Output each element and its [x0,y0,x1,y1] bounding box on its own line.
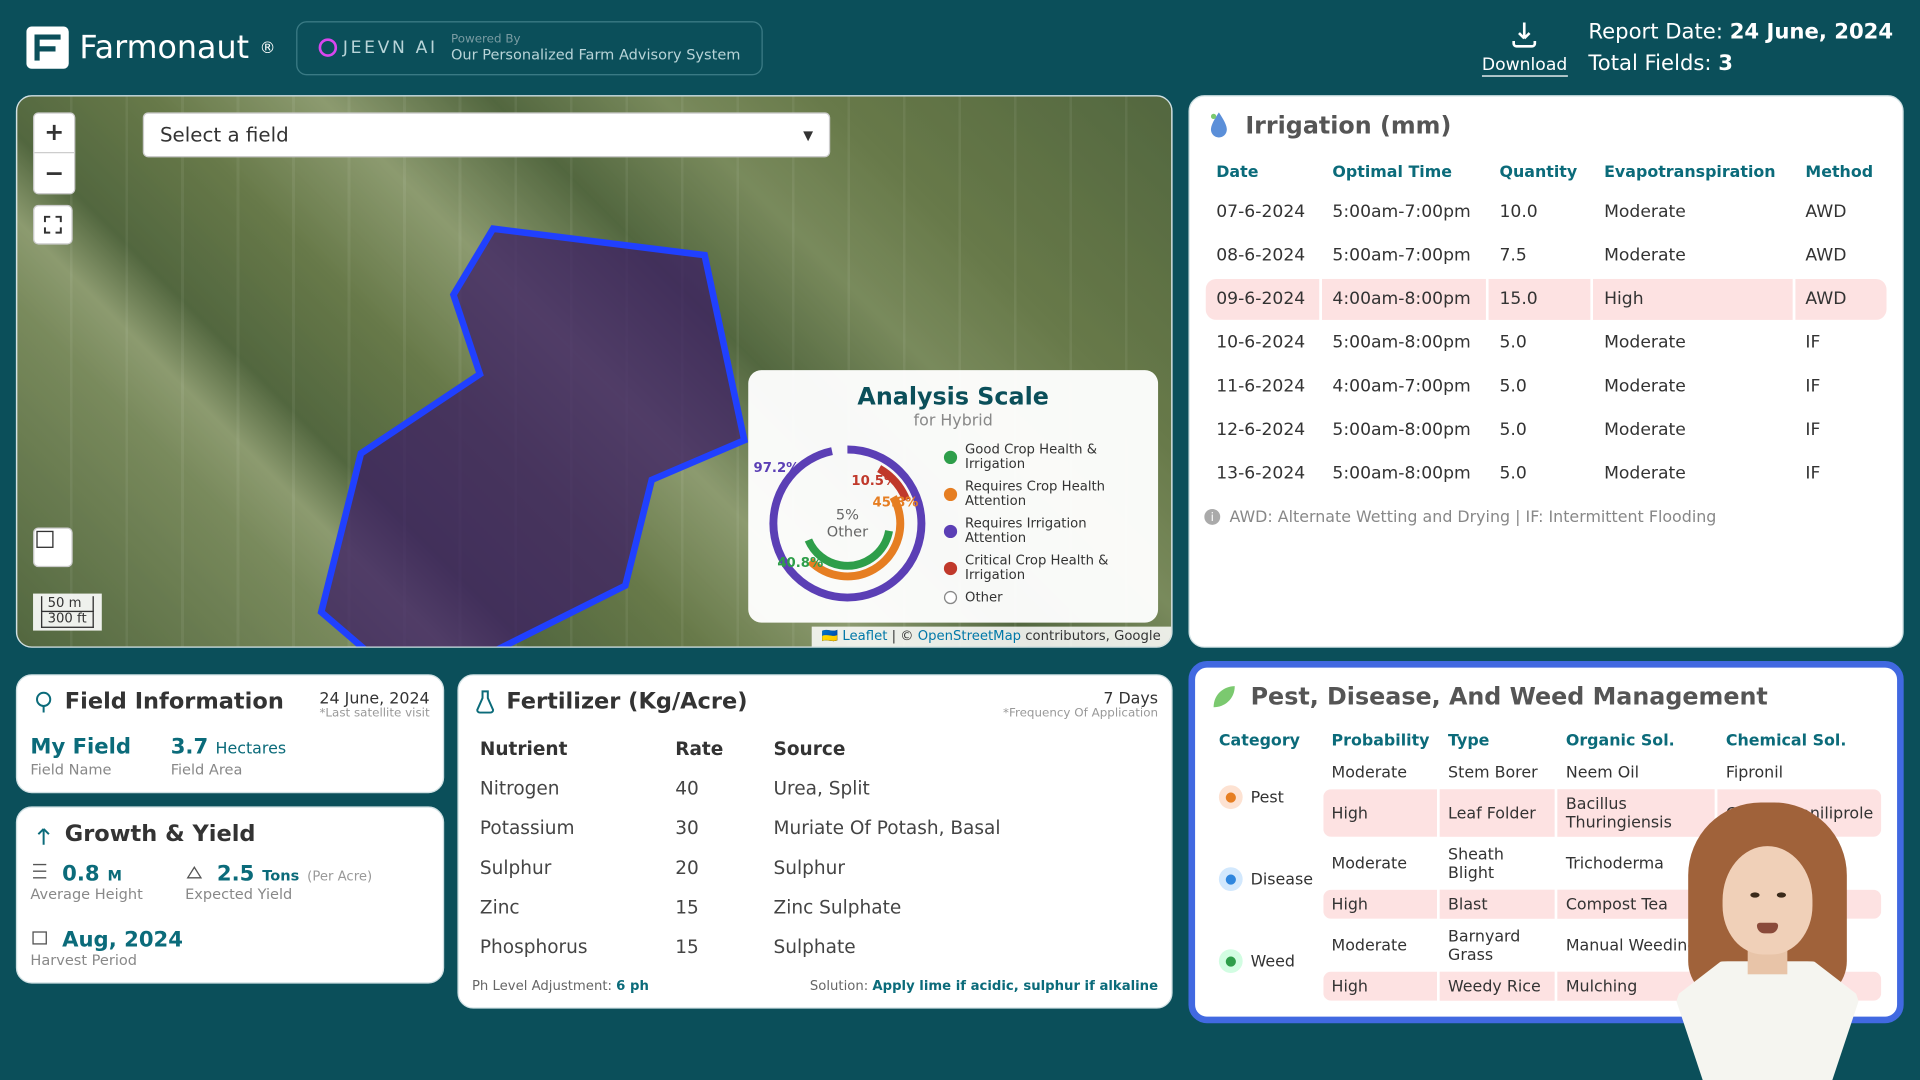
flask-icon [472,689,498,715]
fertilizer-row: Phosphorus15Sulphate [475,929,1156,966]
fertilizer-card: Fertilizer (Kg/Acre) 7 Days*Frequency Of… [457,674,1172,1008]
farmonaut-icon [26,26,68,68]
jeevn-powered: Powered By [451,32,740,45]
fertilizer-row: Potassium30Muriate Of Potash, Basal [475,810,1156,847]
fullscreen-icon [44,215,63,234]
irrigation-row: 07-6-20245:00am-7:00pm10.0ModerateAWD [1206,192,1887,233]
assistant-avatar [1655,816,1880,1080]
zoom-out-button[interactable]: − [34,153,74,193]
fertilizer-row: Nitrogen40Urea, Split [475,771,1156,808]
report-meta: Report Date: 24 June, 2024 Total Fields:… [1588,16,1893,79]
zoom-control: + − [33,112,75,194]
map-panel[interactable]: + − Select a field ▾ 50 m300 ft [16,95,1173,648]
analysis-scale-panel: Analysis Scale for Hybrid 5%Other 97.2% … [748,370,1158,623]
jeevn-sub: Our Personalized Farm Advisory System [451,46,740,63]
download-button[interactable]: Download [1482,19,1567,77]
brand-logo: Farmonaut ® [26,26,275,68]
chevron-down-icon: ▾ [803,123,813,147]
fertilizer-row: Sulphur20Sulphur [475,850,1156,887]
jeevn-icon [319,38,338,57]
field-info-card: Field Information 24 June, 2024*Last sat… [16,674,444,793]
irrigation-footnote: iAWD: Alternate Wetting and Drying | IF:… [1203,508,1889,527]
pin-icon [30,689,56,715]
growth-title: Growth & Yield [65,821,256,847]
registered-mark: ® [260,38,276,57]
fertilizer-row: Zinc15Zinc Sulphate [475,890,1156,927]
download-icon [1509,19,1541,51]
field-select[interactable]: Select a field ▾ [143,112,830,157]
growth-icon [30,821,56,847]
irrigation-table: 07-6-20245:00am-7:00pm10.0ModerateAWD08-… [1206,192,1887,495]
osm-link[interactable]: OpenStreetMap [918,629,1021,644]
jeevn-badge: JEEVN AI Powered By Our Personalized Far… [297,20,763,74]
map-attribution: 🇺🇦 Leaflet | © OpenStreetMap contributor… [811,627,1171,647]
calendar-icon [30,928,49,947]
growth-yield-card: Growth & Yield 0.8MAverage Height 2.5Ton… [16,806,444,983]
header: Farmonaut ® JEEVN AI Powered By Our Perso… [0,0,1920,95]
irrigation-row: 10-6-20245:00am-8:00pm5.0ModerateIF [1206,323,1887,364]
jeevn-logo-text: JEEVN AI [343,38,438,58]
zoom-in-button[interactable]: + [34,114,74,154]
yield-icon [185,862,204,881]
fertilizer-title: Fertilizer (Kg/Acre) [506,689,747,715]
brand-name: Farmonaut [79,29,249,66]
water-icon [1203,110,1235,142]
ruler-icon [34,529,55,550]
irrigation-row: 12-6-20245:00am-8:00pm5.0ModerateIF [1206,410,1887,451]
field-info-title: Field Information [65,689,284,715]
pest-title: Pest, Disease, And Weed Management [1251,683,1768,711]
analysis-donut: 5%Other 97.2% 10.5% 45.8% 40.8% [761,438,933,610]
analysis-sub: for Hybrid [761,411,1144,430]
analysis-legend: Good Crop Health & IrrigationRequires Cr… [944,438,1145,610]
irrigation-title: Irrigation (mm) [1245,112,1451,140]
svg-text:i: i [1211,510,1214,524]
height-icon [30,862,49,881]
irrigation-row: 09-6-20244:00am-8:00pm15.0HighAWD [1206,279,1887,320]
map-scale: 50 m300 ft [33,594,101,631]
field-polygon[interactable] [308,215,757,647]
field-select-placeholder: Select a field [160,123,289,147]
irrigation-row: 13-6-20245:00am-8:00pm5.0ModerateIF [1206,453,1887,494]
fertilizer-table: Nitrogen40Urea, SplitPotassium30Muriate … [475,771,1156,967]
analysis-title: Analysis Scale [761,383,1144,411]
irrigation-row: 08-6-20245:00am-7:00pm7.5ModerateAWD [1206,235,1887,276]
leaf-icon [1208,681,1240,713]
leaflet-link[interactable]: Leaflet [842,629,887,644]
irrigation-row: 11-6-20244:00am-7:00pm5.0ModerateIF [1206,366,1887,407]
fullscreen-button[interactable] [33,205,73,245]
irrigation-card: Irrigation (mm) DateOptimal TimeQuantity… [1188,95,1903,648]
download-label: Download [1482,56,1567,77]
measure-button[interactable] [33,527,73,567]
pest-row: ●PestModerateStem BorerNeem OilFipronil [1211,758,1881,787]
